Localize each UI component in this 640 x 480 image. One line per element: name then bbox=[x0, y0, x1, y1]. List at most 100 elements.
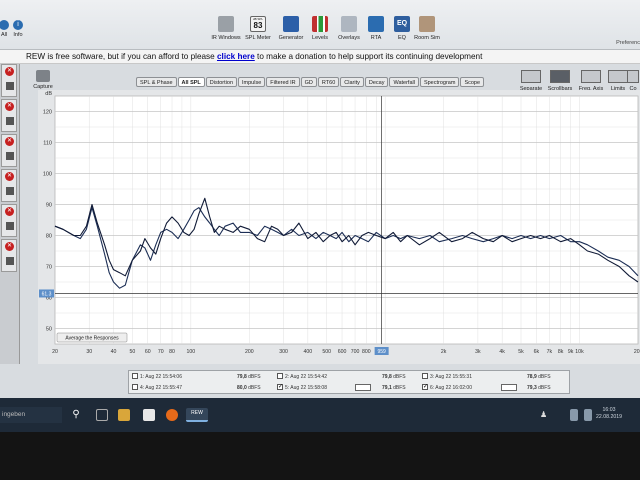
tab-distortion[interactable]: Distortion bbox=[205, 77, 238, 87]
legend-value-unit: dBFS bbox=[248, 385, 261, 391]
graph-icon bbox=[6, 187, 14, 195]
freq-axis-button[interactable]: Freq. Axis bbox=[577, 70, 605, 92]
legend-checkbox[interactable] bbox=[132, 372, 138, 379]
info-label: Info bbox=[13, 32, 23, 38]
close-icon[interactable]: ✕ bbox=[5, 137, 14, 146]
taskbar-search[interactable]: ingeben bbox=[0, 407, 62, 423]
y-tick-label: 90 bbox=[46, 203, 52, 209]
clock[interactable]: 16:03 22.08.2019 bbox=[596, 407, 622, 421]
measurement-item[interactable]: ✕ bbox=[1, 239, 17, 272]
spl-graph[interactable]: 50 60 70 80 90 100 110 120 dB 20 30 40 50 60 70 80 100 20… bbox=[38, 90, 640, 364]
preferences-button[interactable]: Preferenc bbox=[616, 40, 640, 46]
legend-checkbox[interactable] bbox=[132, 383, 138, 390]
clock-time: 16:03 bbox=[602, 407, 616, 413]
tab-spl-phase[interactable]: SPL & Phase bbox=[136, 77, 177, 87]
rew-task-button[interactable]: REW bbox=[186, 408, 208, 422]
y-axis-label: dB bbox=[45, 91, 52, 97]
tab-decay[interactable]: Decay bbox=[364, 77, 389, 87]
tab-scope[interactable]: Scope bbox=[460, 77, 485, 87]
x-tick-label: 8k bbox=[558, 349, 564, 355]
screen: All i Info IR Windows dB SPL 83 SPL Mete… bbox=[0, 0, 640, 480]
room-sim-button[interactable]: Room Sim bbox=[408, 16, 446, 48]
x-tick-label: 400 bbox=[304, 349, 313, 355]
legend-entry-4[interactable]: 4: Aug 22 15:55:47 bbox=[132, 383, 182, 394]
network-icon[interactable] bbox=[570, 409, 578, 421]
tab-all-spl[interactable]: All SPL bbox=[177, 77, 205, 87]
measurement-item[interactable]: ✕ bbox=[1, 64, 17, 97]
legend-checkbox[interactable] bbox=[422, 382, 428, 393]
x-tick-label: 100 bbox=[187, 349, 196, 355]
legend-value-number: 79,8 bbox=[382, 374, 392, 380]
x-tick-label: 70 bbox=[158, 349, 164, 355]
y-tick-label: 80 bbox=[46, 234, 52, 240]
trace-style-icon[interactable] bbox=[355, 384, 371, 391]
x-tick-label: 50 bbox=[129, 349, 135, 355]
graph-icon bbox=[6, 257, 14, 265]
average-responses-label: Average the Responses bbox=[65, 335, 119, 341]
y-tick-label: 70 bbox=[46, 265, 52, 271]
x-tick-label: 30 bbox=[86, 349, 92, 355]
close-icon[interactable]: ✕ bbox=[5, 102, 14, 111]
spl-chart[interactable]: 5060708090100110120dB20 30 40 50 60 70 80 100 20… bbox=[38, 90, 640, 364]
file-explorer-icon[interactable] bbox=[118, 409, 130, 421]
x-tick-label: 500 bbox=[322, 349, 331, 355]
legend-checkbox[interactable] bbox=[277, 382, 283, 393]
legend-entry-1[interactable]: 1: Aug 22 15:54:06 bbox=[132, 372, 182, 383]
legend-value-number: 78,9 bbox=[527, 374, 537, 380]
volume-icon[interactable] bbox=[584, 409, 592, 421]
legend-label: 4: Aug 22 15:55:47 bbox=[140, 385, 182, 391]
firefox-icon[interactable] bbox=[166, 409, 178, 421]
legend-value: 80,0 dBFS bbox=[237, 383, 261, 394]
legend-checkbox[interactable] bbox=[422, 372, 428, 379]
measurement-item[interactable]: ✕ bbox=[1, 99, 17, 132]
close-icon[interactable]: ✕ bbox=[5, 172, 14, 181]
measurement-item[interactable]: ✕ bbox=[1, 204, 17, 237]
generator-icon bbox=[283, 16, 299, 32]
info-button[interactable]: i Info bbox=[8, 20, 28, 38]
close-icon[interactable]: ✕ bbox=[5, 242, 14, 251]
close-icon[interactable]: ✕ bbox=[5, 67, 14, 76]
banner-text: REW is free software, but if you can aff… bbox=[26, 52, 217, 61]
overlays-icon bbox=[341, 16, 357, 32]
capture-button[interactable]: Capture bbox=[30, 70, 56, 90]
x-tick-label: 600 bbox=[338, 349, 347, 355]
tab-gd[interactable]: GD bbox=[300, 77, 317, 87]
task-view-icon[interactable] bbox=[96, 409, 108, 421]
trace-style-icon[interactable] bbox=[501, 384, 517, 391]
legend-checkbox[interactable] bbox=[277, 372, 283, 379]
legend-entry-2[interactable]: 2: Aug 22 15:54:42 bbox=[277, 372, 327, 383]
donate-link[interactable]: click here bbox=[217, 52, 255, 61]
search-icon[interactable]: ⚲ bbox=[70, 409, 82, 421]
tab-impulse[interactable]: Impulse bbox=[238, 77, 266, 87]
legend-value: 79,1 dBFS bbox=[382, 383, 406, 394]
tab-rt60[interactable]: RT60 bbox=[317, 77, 340, 87]
legend-entry-3[interactable]: 3: Aug 22 15:55:31 bbox=[422, 372, 472, 383]
all-label: All bbox=[0, 32, 8, 38]
close-icon[interactable]: ✕ bbox=[5, 207, 14, 216]
graph-icon bbox=[6, 82, 14, 90]
legend-entry-6[interactable]: 6: Aug 22 16:02:00 bbox=[422, 382, 472, 394]
legend-value-number: 79,3 bbox=[527, 385, 537, 391]
legend-value-unit: dBFS bbox=[393, 374, 406, 380]
legend-entry-5[interactable]: 5: Aug 22 15:58:08 bbox=[277, 382, 327, 394]
x-tick-label: 7k bbox=[547, 349, 553, 355]
measurement-item[interactable]: ✕ bbox=[1, 169, 17, 202]
tab-spectrogram[interactable]: Spectrogram bbox=[419, 77, 460, 87]
x-tick-label: 20k bbox=[634, 349, 640, 355]
tab-clarity[interactable]: Clarity bbox=[340, 77, 364, 87]
tab-waterfall[interactable]: Waterfall bbox=[389, 77, 419, 87]
measurement-item[interactable]: ✕ bbox=[1, 134, 17, 167]
y-tick-label: 120 bbox=[43, 110, 52, 116]
legend-value: 79,8 dBFS bbox=[382, 372, 406, 383]
tab-filtered-ir[interactable]: Filtered IR bbox=[266, 77, 300, 87]
controls-button[interactable]: Co bbox=[626, 70, 640, 92]
x-tick-label: 700 bbox=[351, 349, 360, 355]
people-icon[interactable]: ♟ bbox=[540, 409, 552, 421]
freq-axis-icon bbox=[581, 70, 601, 83]
controls-icon bbox=[627, 70, 639, 83]
store-icon[interactable] bbox=[143, 409, 155, 421]
y-tick-label: 110 bbox=[43, 141, 52, 147]
separate-button[interactable]: Separate bbox=[517, 70, 545, 92]
scrollbars-button[interactable]: Scrollbars bbox=[546, 70, 574, 92]
legend-label: 3: Aug 22 15:55:31 bbox=[430, 374, 472, 380]
